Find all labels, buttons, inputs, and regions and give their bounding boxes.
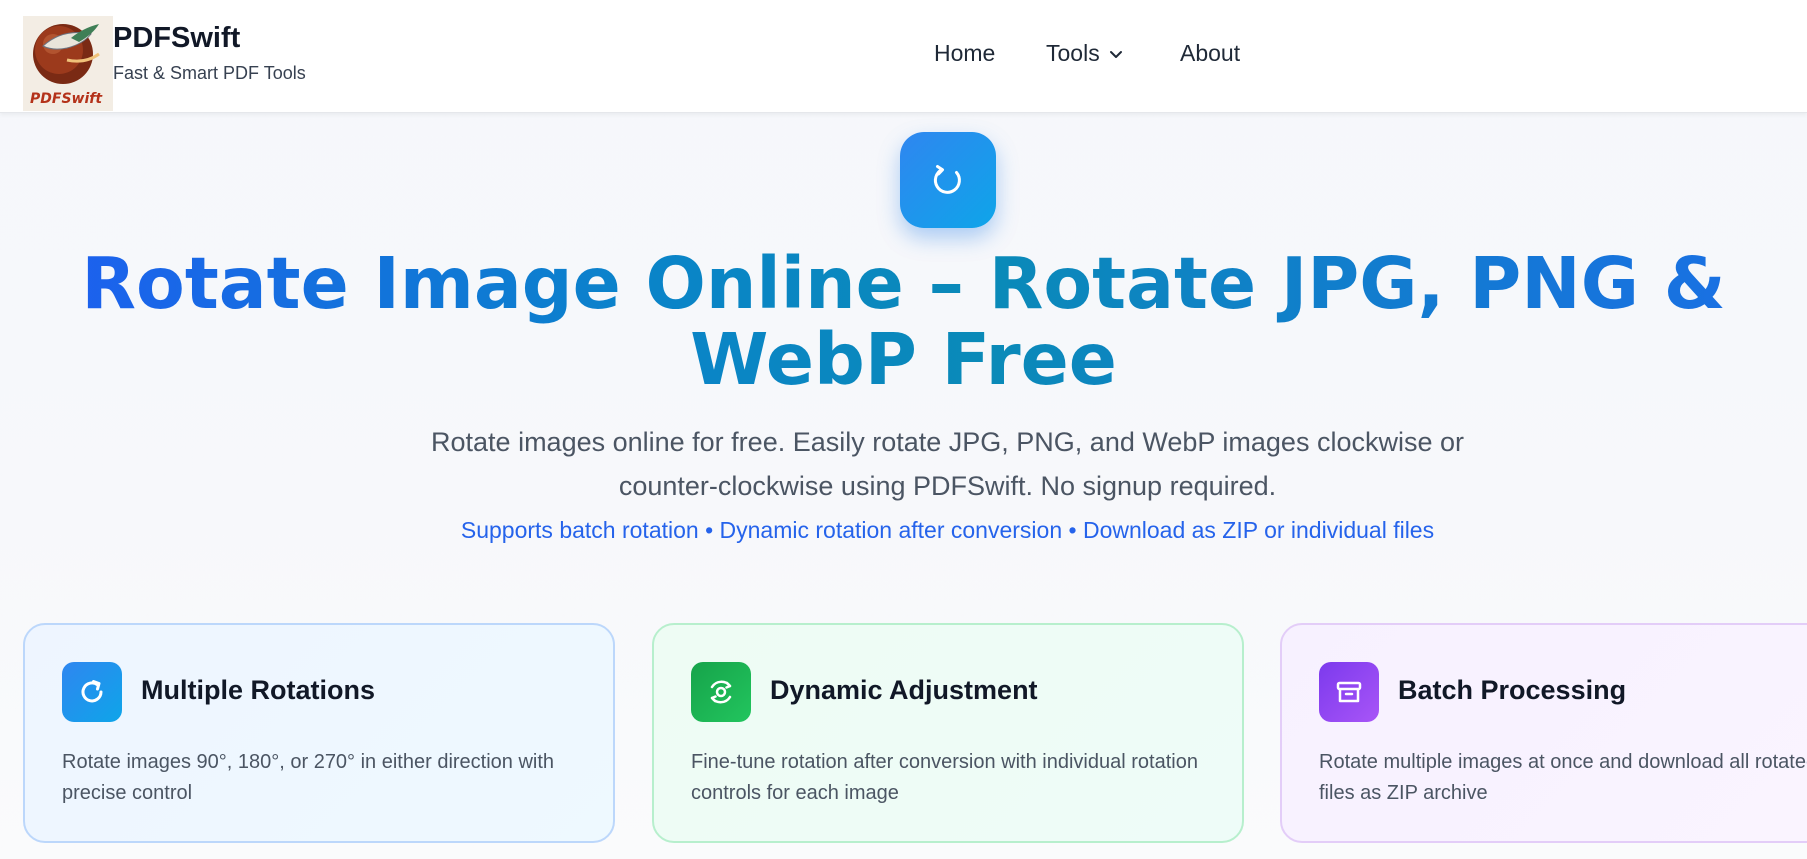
brand-tagline: Fast & Smart PDF Tools (113, 63, 306, 83)
nav-tools-label: Tools (1046, 40, 1100, 66)
nav-about-link[interactable]: About (1180, 40, 1240, 67)
hero-rotate-badge (900, 132, 996, 228)
site-header: PDFSwift PDFSwift Fast & Smart PDF Tools… (0, 0, 1807, 113)
brand-name[interactable]: PDFSwift (113, 22, 240, 55)
nav-tools-dropdown[interactable]: Tools (1046, 40, 1124, 67)
page-title: Rotate Image Online – Rotate JPG, PNG & … (40, 246, 1767, 398)
chevron-down-icon (1109, 50, 1122, 58)
feature-card-dynamic-adjustment: Dynamic Adjustment Fine-tune rotation af… (652, 623, 1244, 843)
rotate-icon (933, 165, 961, 194)
rotate-cw-icon (81, 680, 103, 703)
logo-text: PDFSwift (30, 91, 103, 107)
card-title: Dynamic Adjustment (770, 675, 1038, 705)
card-icon-badge (1319, 662, 1379, 722)
card-description: Fine-tune rotation after conversion with… (691, 751, 1198, 804)
card-title: Batch Processing (1398, 675, 1627, 705)
card-icon-badge (62, 662, 122, 722)
feature-card-batch-processing: Batch Processing Rotate multiple images … (1280, 623, 1807, 843)
site-logo[interactable]: PDFSwift (23, 16, 113, 111)
feature-card-multiple-rotations: Multiple Rotations Rotate images 90°, 18… (23, 623, 615, 843)
feature-highlights: Supports batch rotation • Dynamic rotati… (460, 517, 1435, 543)
orbit-icon (710, 680, 732, 704)
card-icon-badge (691, 662, 751, 722)
page-subtitle: Rotate images online for free. Easily ro… (431, 427, 1464, 501)
nav-home-link[interactable]: Home (934, 40, 995, 67)
logo-image: PDFSwift (23, 16, 113, 111)
card-title: Multiple Rotations (141, 675, 375, 705)
card-description: Rotate multiple images at once and downl… (1319, 751, 1807, 804)
card-description: Rotate images 90°, 180°, or 270° in eith… (62, 751, 555, 804)
archive-icon (1336, 681, 1362, 703)
